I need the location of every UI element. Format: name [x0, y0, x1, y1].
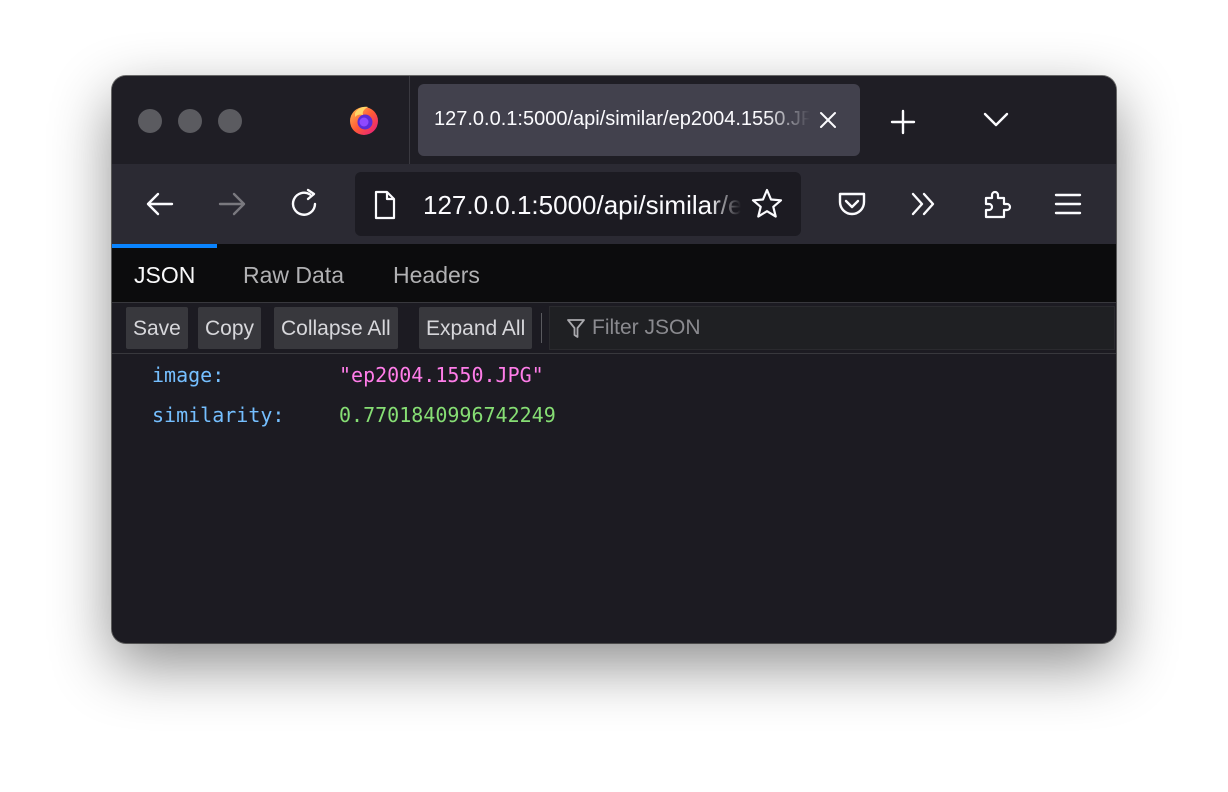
title-bar: 127.0.0.1:5000/api/similar/ep2004.1550.J…	[112, 76, 1116, 164]
json-number-value: 0.7701840996742249	[339, 403, 556, 427]
page-icon	[374, 190, 396, 220]
pocket-icon[interactable]	[834, 186, 870, 222]
tab-title: 127.0.0.1:5000/api/similar/ep2004.1550.J…	[434, 108, 810, 130]
json-row[interactable]: image: "ep2004.1550.JPG"	[112, 358, 1116, 388]
minimize-window-button[interactable]	[178, 109, 202, 133]
collapse-all-button[interactable]: Collapse All	[274, 307, 398, 349]
json-toolbar: Save Copy Collapse All Expand All	[112, 303, 1116, 354]
json-viewer-tabs: JSON Raw Data Headers	[112, 244, 1116, 303]
expand-all-button[interactable]: Expand All	[419, 307, 533, 349]
json-string-value: "ep2004.1550.JPG"	[339, 363, 544, 387]
reload-icon[interactable]	[286, 186, 322, 222]
url-bar[interactable]: 127.0.0.1:5000/api/similar/ep2004.1550.J…	[355, 172, 801, 236]
chevron-down-icon[interactable]	[980, 108, 1012, 132]
forward-arrow-icon[interactable]	[214, 186, 250, 222]
filter-json-input[interactable]	[592, 313, 1092, 343]
active-tab[interactable]: 127.0.0.1:5000/api/similar/ep2004.1550.J…	[418, 84, 860, 156]
close-icon[interactable]	[816, 108, 840, 132]
browser-window: 127.0.0.1:5000/api/similar/ep2004.1550.J…	[112, 76, 1116, 643]
close-window-button[interactable]	[138, 109, 162, 133]
tab-raw-data[interactable]: Raw Data	[221, 244, 366, 302]
save-button[interactable]: Save	[126, 307, 188, 349]
plus-icon[interactable]	[887, 106, 919, 138]
tab-json[interactable]: JSON	[112, 244, 218, 302]
tab-divider	[409, 76, 410, 164]
filter-icon	[567, 319, 585, 338]
toolbar-separator	[541, 313, 542, 343]
tab-headers[interactable]: Headers	[371, 244, 502, 302]
puzzle-icon[interactable]	[978, 186, 1014, 222]
chevrons-right-icon[interactable]	[906, 186, 942, 222]
json-body: image: "ep2004.1550.JPG" similarity: 0.7…	[112, 354, 1116, 643]
back-arrow-icon[interactable]	[142, 186, 178, 222]
star-icon[interactable]	[749, 186, 785, 222]
firefox-logo[interactable]	[348, 104, 380, 136]
json-key: image:	[152, 363, 225, 387]
json-row[interactable]: similarity: 0.7701840996742249	[112, 398, 1116, 428]
copy-button[interactable]: Copy	[198, 307, 262, 349]
url-text[interactable]: 127.0.0.1:5000/api/similar/ep2004.1550.J…	[423, 190, 741, 222]
filter-json-box[interactable]	[549, 306, 1115, 350]
navigation-bar: 127.0.0.1:5000/api/similar/ep2004.1550.J…	[112, 164, 1116, 244]
json-key: similarity:	[152, 403, 285, 427]
hamburger-menu-icon[interactable]	[1050, 186, 1086, 222]
zoom-window-button[interactable]	[218, 109, 242, 133]
